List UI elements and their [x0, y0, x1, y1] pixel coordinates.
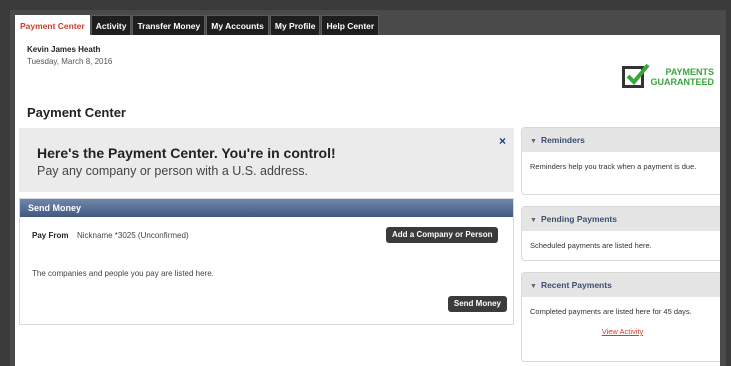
- reminders-card: ▼ Reminders Reminders help you track when…: [521, 127, 720, 195]
- add-company-or-person-button[interactable]: Add a Company or Person: [386, 227, 499, 243]
- payments-guaranteed-badge: PAYMENTS GUARANTEED: [622, 63, 714, 88]
- send-money-button[interactable]: Send Money: [447, 296, 507, 312]
- recent-payments-card: ▼ Recent Payments Completed payments are …: [521, 272, 720, 362]
- reminders-text: Reminders help you track when a payment …: [530, 162, 697, 171]
- close-icon[interactable]: ×: [499, 134, 506, 148]
- payees-info-text: The companies and people you pay are lis…: [32, 269, 214, 278]
- checkmark-icon: [622, 63, 651, 88]
- intro-banner: Here's the Payment Center. You're in con…: [19, 128, 514, 192]
- tab-transfer-money[interactable]: Transfer Money: [132, 15, 206, 35]
- recent-payments-header[interactable]: ▼ Recent Payments: [522, 273, 720, 297]
- page-content: Kevin James Heath Tuesday, March 8, 2016…: [15, 35, 720, 366]
- pay-from-account: Nickname *3025 (Unconfirmed): [77, 231, 189, 240]
- reminders-header[interactable]: ▼ Reminders: [522, 128, 720, 152]
- recent-payments-body: Completed payments are listed here for 4…: [522, 297, 720, 337]
- pay-from-label: Pay From: [32, 231, 69, 240]
- main-nav: Payment Center Activity Transfer Money M…: [15, 15, 380, 35]
- current-date: Tuesday, March 8, 2016: [27, 57, 113, 66]
- guarantee-text: PAYMENTS GUARANTEED: [650, 67, 714, 87]
- page-title: Payment Center: [27, 105, 126, 120]
- triangle-down-icon: ▼: [530, 138, 537, 145]
- user-name: Kevin James Heath: [27, 45, 101, 54]
- tab-activity[interactable]: Activity: [90, 15, 132, 35]
- recent-payments-text: Completed payments are listed here for 4…: [530, 307, 692, 316]
- pending-payments-header[interactable]: ▼ Pending Payments: [522, 207, 720, 231]
- banner-subheading: Pay any company or person with a U.S. ad…: [37, 164, 308, 178]
- tab-help-center[interactable]: Help Center: [321, 15, 380, 35]
- triangle-down-icon: ▼: [530, 217, 537, 224]
- pending-payments-text: Scheduled payments are listed here.: [530, 241, 652, 250]
- pending-payments-card: ▼ Pending Payments Scheduled payments are…: [521, 206, 720, 261]
- tab-my-profile[interactable]: My Profile: [269, 15, 321, 35]
- send-money-panel: Send Money Pay From Nickname *3025 (Unco…: [19, 198, 514, 325]
- tab-payment-center[interactable]: Payment Center: [15, 15, 90, 35]
- banner-heading: Here's the Payment Center. You're in con…: [37, 145, 336, 161]
- tab-my-accounts[interactable]: My Accounts: [206, 15, 269, 35]
- send-money-header: Send Money: [20, 199, 513, 217]
- view-activity-link[interactable]: View Activity: [530, 326, 715, 337]
- triangle-down-icon: ▼: [530, 283, 537, 290]
